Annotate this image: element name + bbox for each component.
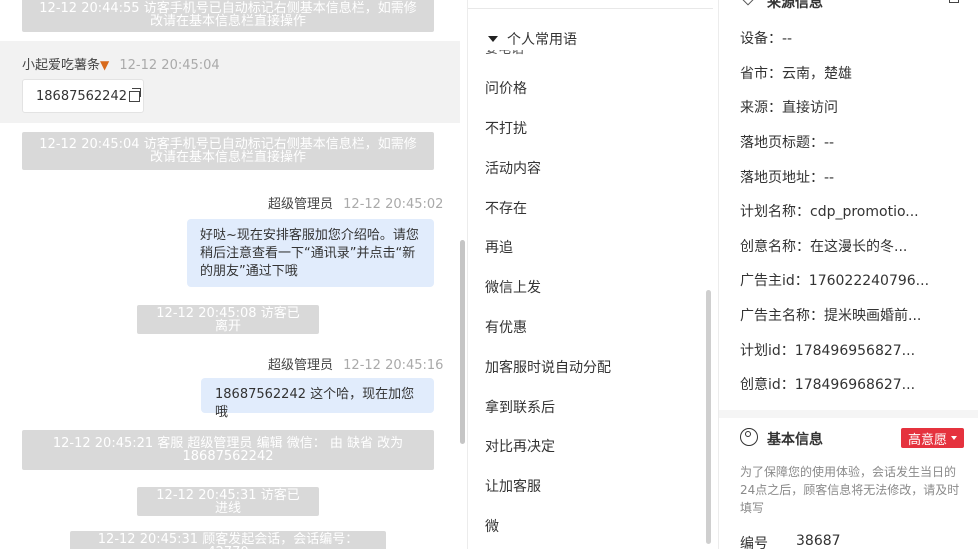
system-message: 12-12 20:45:08 访客已离开	[137, 305, 319, 334]
source-info-title: 来源信息	[767, 0, 823, 11]
field-value: 直接访问	[782, 100, 838, 116]
field-source: 来源：直接访问	[740, 97, 838, 117]
number-value: 38687	[796, 533, 841, 549]
field-value: 176022240796...	[808, 273, 930, 289]
customer-info-panel: 来源信息 设备：-- 省市：云南，楚雄 来源：直接访问 落地页标题：-- 落地页…	[719, 0, 978, 549]
visitor-sender: 小起爱吃薯条▼ 12-12 20:45:04	[22, 54, 220, 73]
field-label: 落地页标题：	[740, 135, 824, 151]
fries-emoji-icon: ▼	[100, 58, 110, 72]
system-message: 12-12 20:45:31 顾客发起会话，会话编号：42770	[70, 531, 386, 549]
chat-scrollbar[interactable]	[460, 240, 465, 444]
common-phrases-panel[interactable]: 要电话 个人常用语 问价格 不打扰 活动内容 不存在 再追 微信上发 有优惠 加…	[467, 0, 719, 549]
field-value: 提米映画婚前...	[824, 308, 922, 324]
system-message: 12-12 20:44:55 访客手机号已自动标记右侧基本信息栏，如需修改请在基…	[22, 0, 434, 32]
basic-info-title: 基本信息	[767, 432, 823, 448]
divider	[468, 8, 713, 9]
field-label: 来源：	[740, 100, 782, 116]
phrase-item[interactable]: 让加客服	[485, 476, 541, 496]
copy-icon[interactable]	[128, 87, 141, 102]
phrase-group-header[interactable]: 个人常用语	[468, 28, 708, 50]
field-advertiser-id: 广告主id：176022240796...	[740, 270, 929, 290]
field-creative-name: 创意名称：在这漫长的冬...	[740, 236, 907, 256]
phrase-item[interactable]: 微信上发	[485, 277, 541, 297]
phrase-item[interactable]: 不打扰	[485, 118, 527, 138]
visitor-time: 12-12 20:45:04	[119, 58, 220, 73]
field-label: 创意id：	[740, 377, 795, 393]
field-value: 云南，楚雄	[782, 66, 852, 82]
visitor-phone: 18687562242	[36, 88, 127, 104]
section-divider	[719, 410, 978, 418]
field-landing-url: 落地页地址：--	[740, 167, 834, 187]
field-creative-id: 创意id：178496968627...	[740, 374, 915, 394]
field-label: 计划名称：	[740, 204, 810, 220]
field-region: 省市：云南，楚雄	[740, 63, 852, 83]
phrase-item[interactable]: 活动内容	[485, 158, 541, 178]
user-circle-icon	[740, 428, 758, 446]
edit-icon[interactable]	[949, 0, 959, 3]
field-value: --	[824, 170, 835, 186]
phrase-group-title: 个人常用语	[507, 32, 577, 48]
phrase-item[interactable]: 微	[485, 516, 499, 536]
phrase-item[interactable]: 不存在	[485, 198, 527, 218]
number-label: 编号	[740, 536, 768, 549]
caret-down-icon	[488, 36, 498, 42]
chat-panel[interactable]: 12-12 20:44:55 访客手机号已自动标记右侧基本信息栏，如需修改请在基…	[0, 0, 467, 549]
field-label: 创意名称：	[740, 239, 810, 255]
field-advertiser-name: 广告主名称：提米映画婚前...	[740, 305, 921, 325]
phrases-scrollbar[interactable]	[706, 290, 711, 544]
admin-sender: 超级管理员 12-12 20:45:16	[268, 354, 443, 373]
phrase-item[interactable]: 对比再决定	[485, 436, 555, 456]
visitor-name: 小起爱吃薯条	[22, 58, 101, 73]
admin-time: 12-12 20:45:02	[343, 197, 444, 212]
field-value: 178496956827...	[794, 343, 916, 359]
chevron-down-icon	[951, 436, 957, 440]
field-plan-name: 计划名称：cdp_promotio...	[740, 201, 919, 221]
info-note: 为了保障您的使用体验，会话发生当日的24点之后，顾客信息将无法修改，请及时填写	[740, 465, 960, 515]
location-icon	[739, 0, 757, 6]
field-plan-id: 计划id：178496956827...	[740, 340, 915, 360]
field-label: 设备：	[740, 31, 782, 47]
field-value: cdp_promotio...	[810, 204, 919, 220]
system-message: 12-12 20:45:21 客服 超级管理员 编辑 微信： 由 缺省 改为 1…	[22, 430, 434, 470]
phrase-item[interactable]: 再追	[485, 237, 513, 257]
phrase-item[interactable]: 问价格	[485, 78, 527, 98]
system-message: 12-12 20:45:04 访客手机号已自动标记右侧基本信息栏，如需修改请在基…	[22, 132, 434, 170]
field-label: 广告主id：	[740, 273, 809, 289]
intent-label: 高意愿	[907, 432, 947, 448]
system-message: 12-12 20:45:31 访客已进线	[137, 487, 319, 516]
field-label: 落地页地址：	[740, 170, 824, 186]
phrase-item[interactable]: 有优惠	[485, 317, 527, 337]
intent-dropdown[interactable]: 高意愿	[901, 428, 964, 448]
admin-name: 超级管理员	[268, 358, 334, 373]
field-label: 广告主名称：	[740, 308, 824, 324]
field-device: 设备：--	[740, 28, 792, 48]
admin-sender: 超级管理员 12-12 20:45:02	[268, 193, 443, 212]
admin-name: 超级管理员	[268, 197, 334, 212]
field-value: 178496968627...	[794, 377, 916, 393]
field-value: --	[782, 31, 793, 47]
field-landing-title: 落地页标题：--	[740, 132, 834, 152]
field-label: 省市：	[740, 66, 782, 82]
phrase-item[interactable]: 拿到联系后	[485, 397, 555, 417]
admin-time: 12-12 20:45:16	[343, 358, 444, 373]
field-value: 在这漫长的冬...	[810, 239, 908, 255]
admin-message-bubble: 好哒~现在安排客服加您介绍哈。请您稍后注意查看一下“通讯录”并点击“新的朋友”通…	[187, 219, 434, 287]
phrase-item[interactable]: 加客服时说自动分配	[485, 357, 611, 377]
field-value: --	[824, 135, 835, 151]
admin-message-bubble: 18687562242 这个哈，现在加您哦	[201, 378, 434, 420]
field-label: 计划id：	[740, 343, 795, 359]
visitor-phone-card[interactable]: 18687562242	[22, 79, 144, 113]
